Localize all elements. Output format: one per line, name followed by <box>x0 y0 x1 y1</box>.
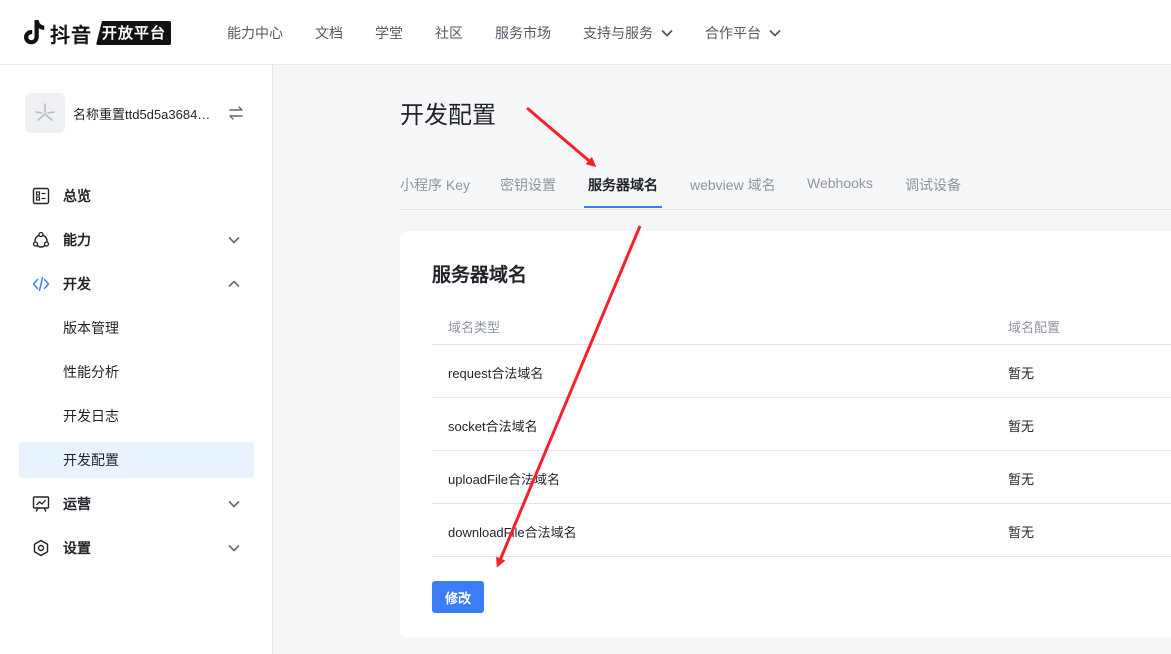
app-placeholder-icon <box>35 103 55 121</box>
topnav-docs[interactable]: 文档 <box>315 23 343 43</box>
app-avatar <box>25 93 65 133</box>
topnav-support[interactable]: 支持与服务 <box>583 23 673 43</box>
server-domain-card: 服务器域名 域名类型 域名配置 request合法域名 暂无 socket合法域… <box>400 231 1171 637</box>
brand-badge: 开放平台 <box>96 21 172 45</box>
domain-config-cell: 暂无 <box>1008 419 1035 434</box>
domain-type-cell: socket合法域名 <box>448 419 538 434</box>
chevron-up-icon <box>228 280 240 288</box>
chevron-down-icon <box>228 500 240 508</box>
domain-type-cell: request合法域名 <box>448 366 544 381</box>
annotation-arrow-to-tab <box>526 106 597 167</box>
chevron-down-icon <box>228 236 240 244</box>
chevron-down-icon <box>228 544 240 552</box>
tab-debug-devices[interactable]: 调试设备 <box>905 175 961 195</box>
domain-type-cell: downloadFile合法域名 <box>448 525 577 540</box>
app-switcher[interactable]: 名称重置ttd5d5a3684a... <box>25 93 255 133</box>
domain-table: 域名类型 域名配置 request合法域名 暂无 socket合法域名 暂无 u… <box>432 306 1171 557</box>
column-header-domain-config: 域名配置 <box>1008 320 1061 335</box>
topnav-community[interactable]: 社区 <box>435 23 463 43</box>
chevron-down-icon <box>769 29 781 37</box>
topnav-label: 合作平台 <box>705 24 761 41</box>
sidebar-item-overview[interactable]: 总览 <box>19 178 254 214</box>
tab-miniprogram-key[interactable]: 小程序 Key <box>400 175 470 195</box>
topnav-service-market[interactable]: 服务市场 <box>495 23 551 43</box>
table-row: downloadFile合法域名 暂无 <box>432 504 1171 557</box>
top-nav: 能力中心 文档 学堂 社区 服务市场 支持与服务 合作平台 <box>227 0 813 65</box>
tab-server-domain[interactable]: 服务器域名 <box>588 175 658 195</box>
dashboard-icon <box>32 187 50 205</box>
submenu-label: 开发日志 <box>63 408 119 424</box>
app-name: 名称重置ttd5d5a3684a... <box>73 106 213 122</box>
sidebar-menu: 总览 能力 开发 版本管理 性能分析 开发日志 开发配置 运营 设置 <box>19 178 254 574</box>
topnav-label: 服务市场 <box>495 24 551 41</box>
tab-webview-domain[interactable]: webview 域名 <box>690 175 776 195</box>
table-row: uploadFile合法域名 暂无 <box>432 451 1171 504</box>
settings-icon <box>33 539 49 557</box>
brand-logo-link[interactable]: 抖音 开放平台 <box>22 18 172 48</box>
domain-type-cell: uploadFile合法域名 <box>448 472 560 487</box>
table-header: 域名类型 域名配置 <box>432 306 1171 345</box>
top-navbar: 抖音 开放平台 能力中心 文档 学堂 社区 服务市场 支持与服务 合作平台 <box>0 0 1171 65</box>
douyin-logo-icon <box>24 20 45 45</box>
page-title: 开发配置 <box>400 102 496 129</box>
topnav-academy[interactable]: 学堂 <box>375 23 403 43</box>
submenu-label: 版本管理 <box>63 320 119 336</box>
code-icon <box>32 276 50 292</box>
capability-icon <box>32 231 50 248</box>
sidebar-item-label: 运营 <box>63 496 91 512</box>
sidebar-item-label: 设置 <box>63 540 91 556</box>
topnav-label: 社区 <box>435 24 463 41</box>
table-row: socket合法域名 暂无 <box>432 398 1171 451</box>
sidebar-subitem-performance[interactable]: 性能分析 <box>19 354 254 390</box>
sidebar-item-label: 总览 <box>63 188 91 204</box>
sidebar-item-operation[interactable]: 运营 <box>19 486 254 522</box>
sidebar-item-settings[interactable]: 设置 <box>19 530 254 566</box>
sidebar-subitem-version-management[interactable]: 版本管理 <box>19 310 254 346</box>
sidebar-item-develop[interactable]: 开发 <box>19 266 254 302</box>
sidebar-item-label: 能力 <box>63 232 91 248</box>
domain-config-cell: 暂无 <box>1008 525 1035 540</box>
config-tabs: 小程序 Key 密钥设置 服务器域名 webview 域名 Webhooks 调… <box>400 166 1171 210</box>
tab-webhooks[interactable]: Webhooks <box>807 175 873 191</box>
submenu-label: 性能分析 <box>63 364 119 380</box>
active-tab-indicator <box>584 206 662 208</box>
topnav-partner-platform[interactable]: 合作平台 <box>705 23 781 43</box>
domain-config-cell: 暂无 <box>1008 472 1035 487</box>
chevron-down-icon <box>661 29 673 37</box>
sidebar: 名称重置ttd5d5a3684a... 总览 能力 开发 版本管理 性能分析 开… <box>0 65 273 654</box>
tab-secret-settings[interactable]: 密钥设置 <box>500 175 556 195</box>
sidebar-subitem-dev-logs[interactable]: 开发日志 <box>19 398 254 434</box>
column-header-domain-type: 域名类型 <box>448 320 501 335</box>
topnav-capability-center[interactable]: 能力中心 <box>227 23 283 43</box>
topnav-label: 能力中心 <box>227 24 283 41</box>
card-title: 服务器域名 <box>432 265 528 286</box>
topnav-label: 文档 <box>315 24 343 41</box>
topnav-label: 学堂 <box>375 24 403 41</box>
operation-icon <box>32 496 50 512</box>
topnav-label: 支持与服务 <box>583 24 653 41</box>
brand-name: 抖音 <box>50 24 92 47</box>
edit-button[interactable]: 修改 <box>432 581 484 613</box>
submenu-label: 开发配置 <box>63 452 119 468</box>
sidebar-item-capability[interactable]: 能力 <box>19 222 254 258</box>
switch-arrows-icon[interactable] <box>228 105 244 121</box>
domain-config-cell: 暂无 <box>1008 366 1035 381</box>
sidebar-subitem-dev-config[interactable]: 开发配置 <box>19 442 254 478</box>
sidebar-item-label: 开发 <box>63 276 91 292</box>
table-row: request合法域名 暂无 <box>432 345 1171 398</box>
